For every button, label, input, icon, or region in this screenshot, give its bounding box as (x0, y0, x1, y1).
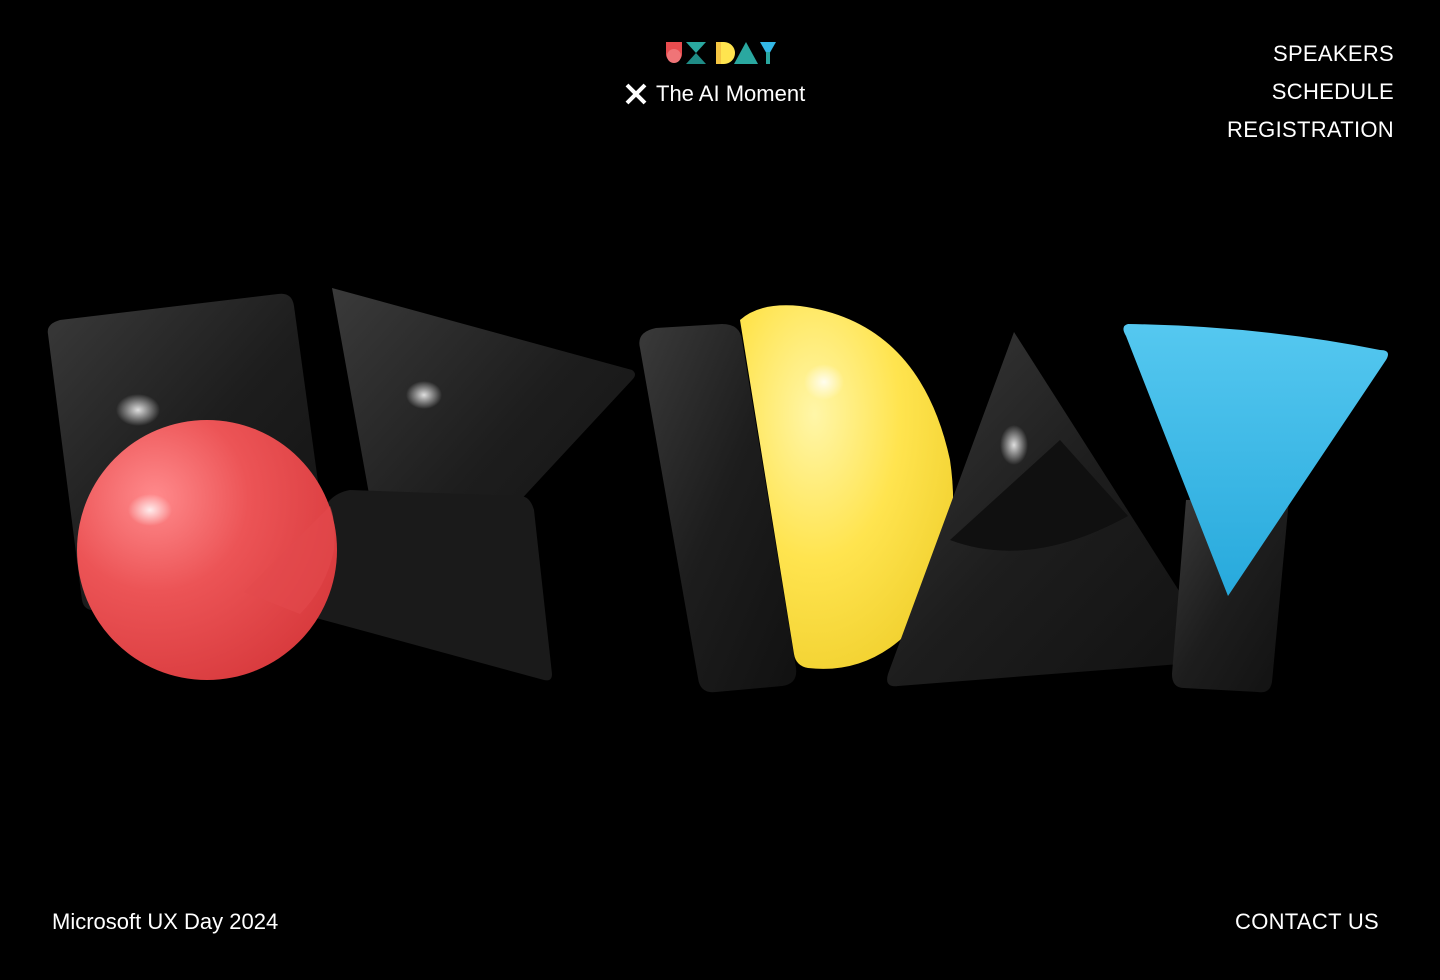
nav-schedule[interactable]: SCHEDULE (1272, 78, 1394, 106)
nav-speakers[interactable]: SPEAKERS (1273, 40, 1394, 68)
contact-us-link[interactable]: CONTACT US (1235, 908, 1379, 936)
hero-artwork (47, 288, 1388, 693)
main-nav: SPEAKERS SCHEDULE REGISTRATION (1227, 40, 1394, 144)
event-name: Microsoft UX Day 2024 (52, 909, 279, 934)
x-icon (625, 83, 647, 105)
tagline: The AI Moment (624, 80, 805, 108)
header-logo-block[interactable]: The AI Moment (620, 38, 820, 112)
ux-day-logo[interactable] (664, 40, 776, 66)
page: The AI Moment SPEAKERS SCHEDULE REGISTRA… (0, 0, 1440, 980)
nav-registration[interactable]: REGISTRATION (1227, 116, 1394, 144)
tagline-text: The AI Moment (656, 81, 806, 106)
